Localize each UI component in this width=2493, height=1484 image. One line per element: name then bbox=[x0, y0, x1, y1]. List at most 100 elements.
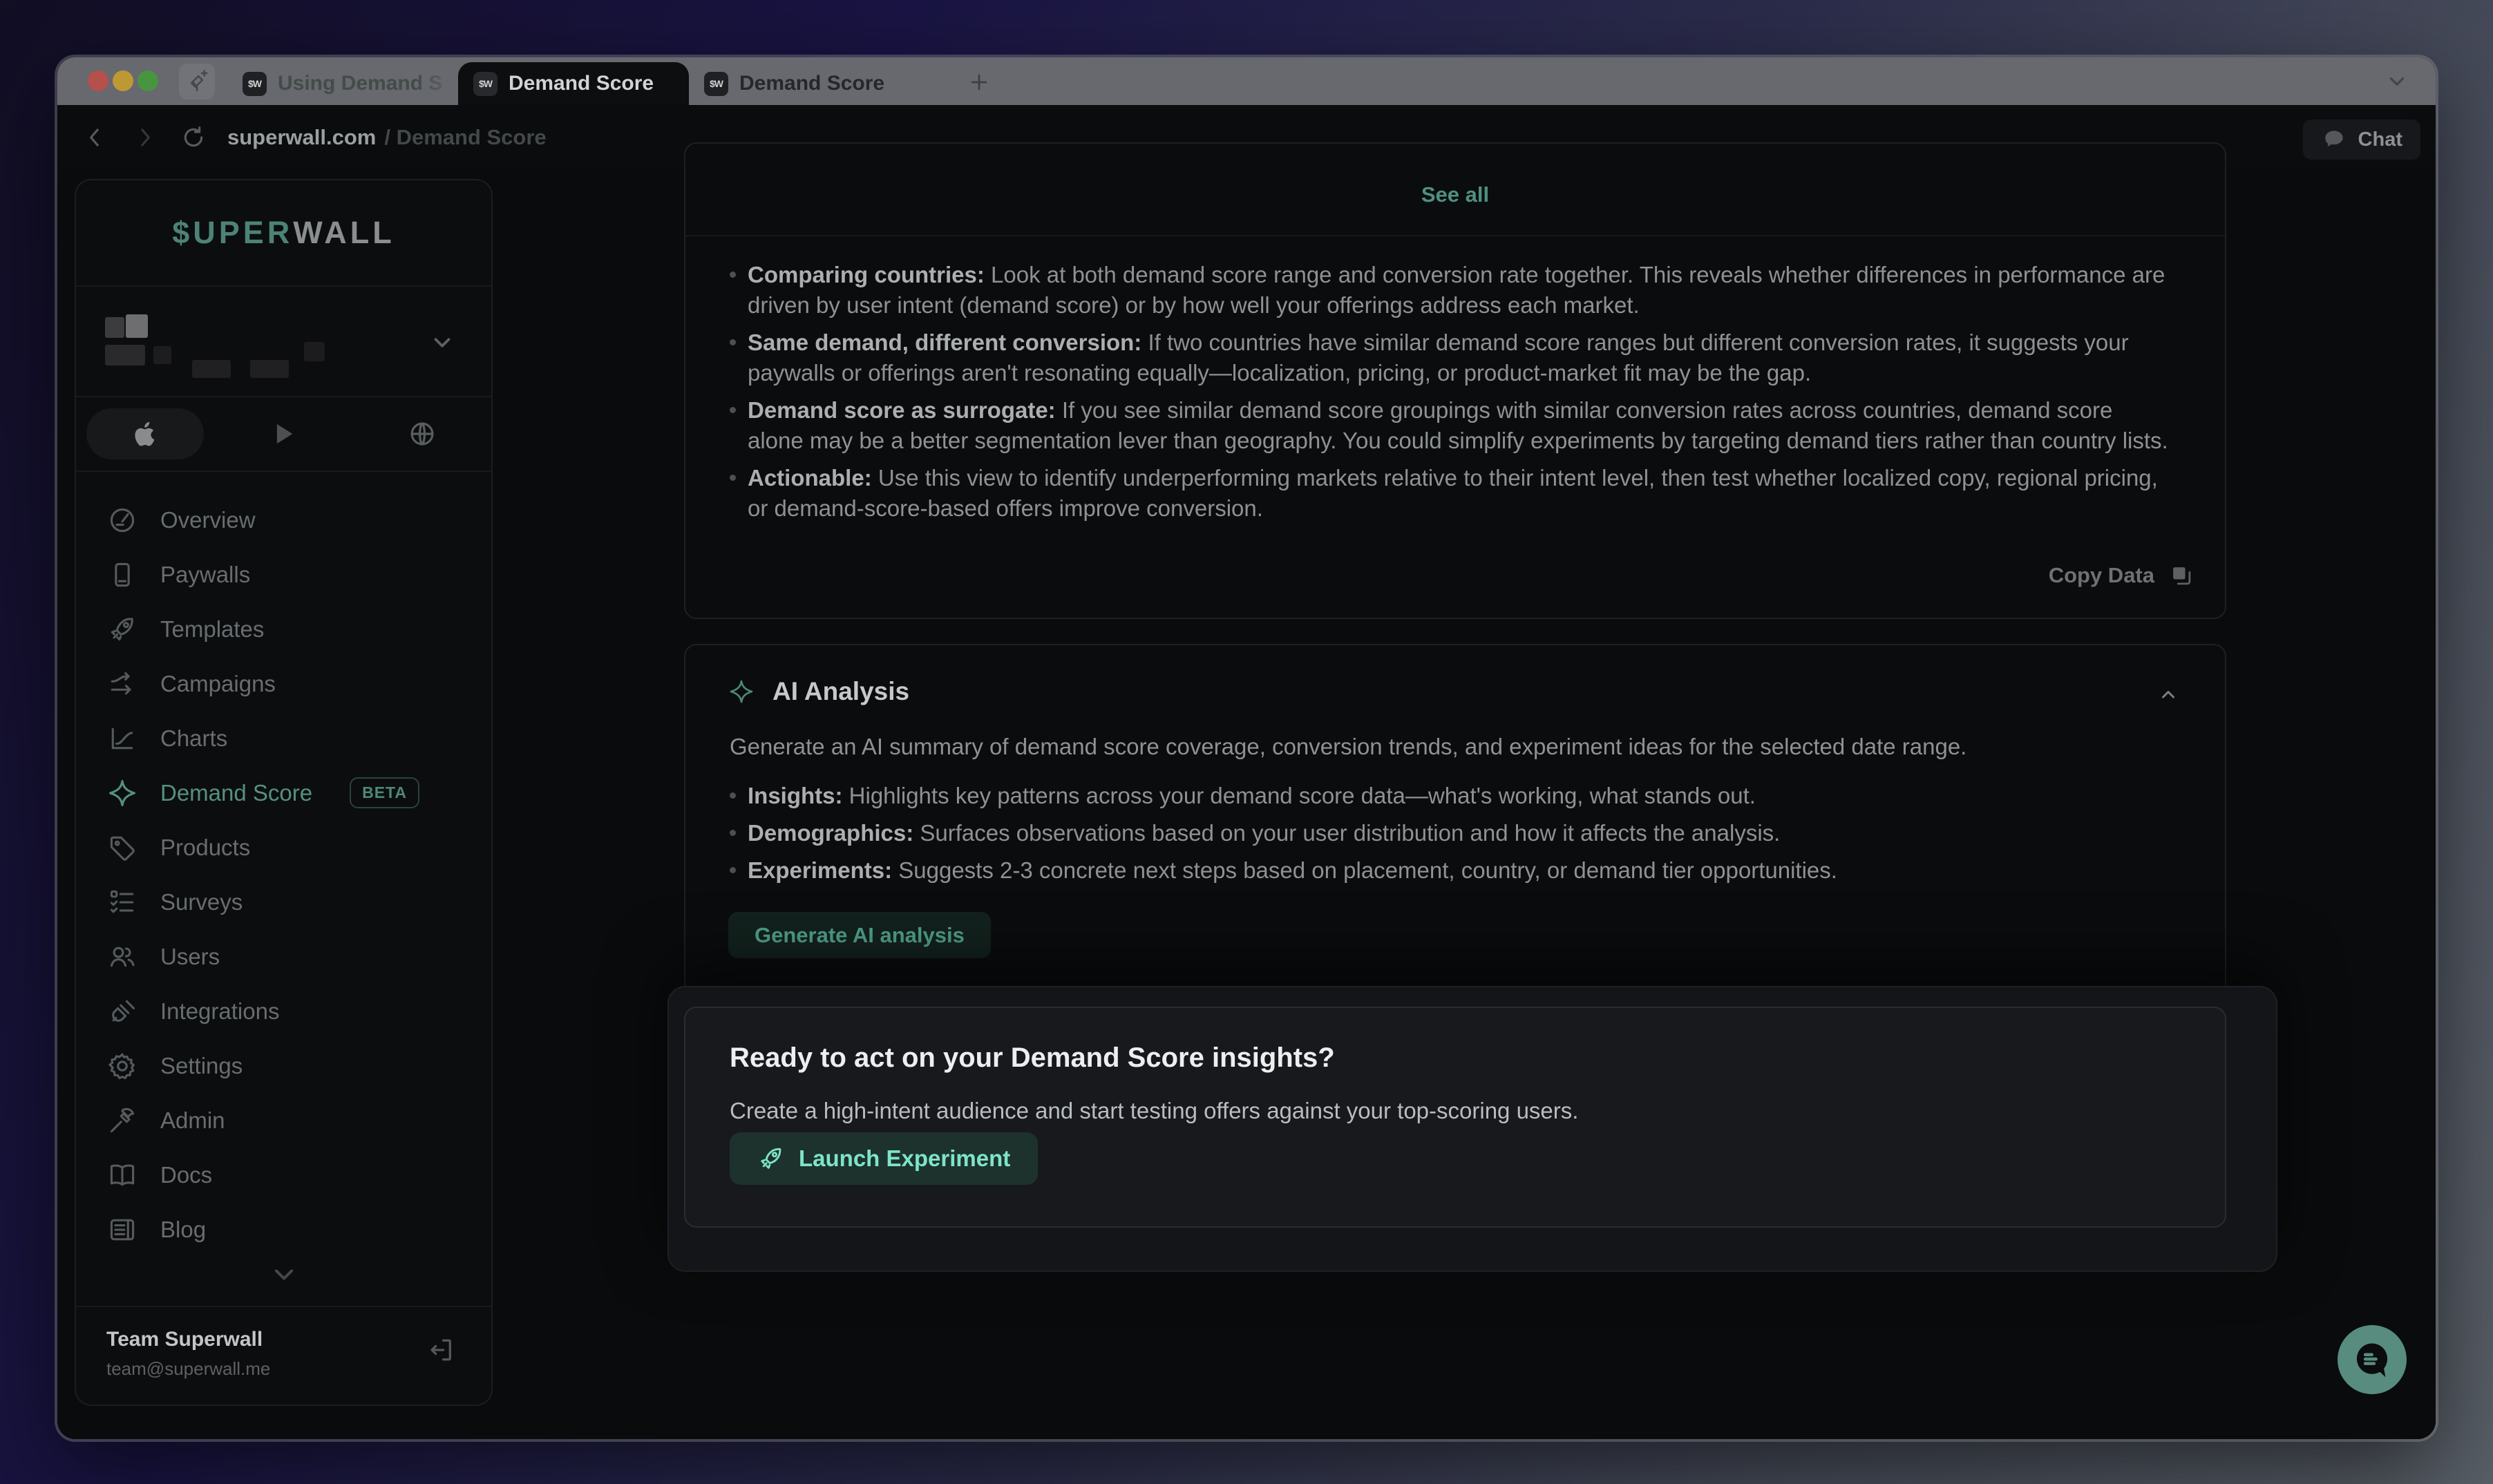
plug-icon bbox=[106, 996, 138, 1027]
tab-bar: $W Using Demand Score in $W Demand Score… bbox=[57, 57, 2436, 105]
sidebar-item-label: Templates bbox=[160, 616, 264, 643]
chat-bubble-icon bbox=[2350, 1338, 2394, 1382]
rocket-icon bbox=[106, 613, 138, 645]
sidebar-item-label: Products bbox=[160, 835, 250, 861]
logout-icon bbox=[425, 1335, 455, 1365]
sidebar-item-label: Integrations bbox=[160, 998, 279, 1025]
sidebar-nav: Overview Paywalls Templates Campaigns bbox=[76, 493, 491, 1257]
sidebar-item-admin[interactable]: Admin bbox=[76, 1093, 491, 1148]
copy-data-button[interactable]: Copy Data bbox=[2049, 562, 2195, 589]
section-title: AI Analysis bbox=[772, 677, 909, 706]
tag-icon bbox=[106, 832, 138, 864]
sidebar-item-label: Admin bbox=[160, 1107, 225, 1134]
checklist-icon bbox=[106, 886, 138, 918]
sidebar-item-blog[interactable]: Blog bbox=[76, 1202, 491, 1257]
list-item: Experiments: Suggests 2-3 concrete next … bbox=[730, 855, 2170, 886]
page-content: $UPERWALL bbox=[57, 170, 2436, 1439]
users-icon bbox=[106, 941, 138, 973]
sidebar-item-label: Surveys bbox=[160, 889, 243, 915]
sidebar-item-products[interactable]: Products bbox=[76, 820, 491, 875]
tab-demand-score[interactable]: $W Demand Score bbox=[689, 62, 920, 105]
speech-bubble-icon bbox=[2321, 126, 2347, 153]
sidebar-item-charts[interactable]: Charts bbox=[76, 711, 491, 765]
tab-list: $W Using Demand Score in $W Demand Score… bbox=[227, 62, 920, 105]
platform-android[interactable] bbox=[214, 397, 352, 470]
sidebar-item-label: Charts bbox=[160, 725, 227, 752]
sidebar-item-templates[interactable]: Templates bbox=[76, 602, 491, 656]
list-item: Actionable: Use this view to identify un… bbox=[730, 463, 2170, 524]
sidebar-item-users[interactable]: Users bbox=[76, 929, 491, 984]
sidebar-item-paywalls[interactable]: Paywalls bbox=[76, 547, 491, 602]
chevron-down-icon bbox=[429, 330, 455, 356]
desktop-background: $W Using Demand Score in $W Demand Score… bbox=[0, 0, 2493, 1484]
tab-demand-score-active[interactable]: $W Demand Score bbox=[458, 62, 689, 105]
back-button[interactable] bbox=[79, 122, 111, 153]
reload-button[interactable] bbox=[178, 122, 209, 153]
account-name: Team Superwall bbox=[106, 1328, 263, 1351]
generate-ai-analysis-button[interactable]: Generate AI analysis bbox=[728, 912, 991, 958]
sidebar-item-settings[interactable]: Settings bbox=[76, 1038, 491, 1093]
browser-window: $W Using Demand Score in $W Demand Score… bbox=[57, 57, 2436, 1439]
launch-experiment-button[interactable]: Launch Experiment bbox=[730, 1132, 1038, 1185]
pin-tab-button[interactable] bbox=[179, 64, 215, 99]
fullscreen-window-button[interactable] bbox=[138, 70, 158, 91]
url-domain: superwall.com bbox=[227, 125, 376, 150]
sidebar-item-label: Users bbox=[160, 944, 220, 970]
tab-overview-button[interactable] bbox=[2383, 70, 2411, 93]
platform-web[interactable] bbox=[353, 397, 491, 470]
plus-icon bbox=[967, 70, 991, 94]
superwall-logo: $UPERWALL bbox=[76, 180, 491, 287]
sidebar-item-surveys[interactable]: Surveys bbox=[76, 875, 491, 929]
gauge-icon bbox=[106, 504, 138, 536]
new-tab-button[interactable] bbox=[964, 67, 994, 97]
close-window-button[interactable] bbox=[88, 70, 108, 91]
sidebar: $UPERWALL bbox=[75, 179, 493, 1406]
copy-icon bbox=[2168, 562, 2195, 589]
chevron-right-icon bbox=[131, 124, 158, 151]
collapse-button[interactable] bbox=[2156, 683, 2181, 707]
forward-button[interactable] bbox=[129, 122, 160, 153]
see-all-link[interactable]: See all bbox=[685, 182, 2225, 207]
sidebar-item-overview[interactable]: Overview bbox=[76, 493, 491, 547]
cta-card: Ready to act on your Demand Score insigh… bbox=[684, 1007, 2226, 1228]
superwall-favicon: $W bbox=[243, 72, 267, 96]
globe-icon bbox=[408, 419, 437, 448]
minimize-window-button[interactable] bbox=[113, 70, 133, 91]
sidebar-item-docs[interactable]: Docs bbox=[76, 1148, 491, 1202]
platform-ios[interactable] bbox=[76, 397, 214, 470]
sidebar-item-label: Overview bbox=[160, 507, 256, 533]
list-item: Insights: Highlights key patterns across… bbox=[730, 781, 2170, 811]
chat-button[interactable]: Chat bbox=[2303, 120, 2420, 160]
gear-icon bbox=[106, 1050, 138, 1082]
sidebar-item-label: Paywalls bbox=[160, 562, 250, 588]
split-arrows-icon bbox=[106, 668, 138, 700]
insights-bullet-list: Comparing countries: Look at both demand… bbox=[710, 260, 2170, 531]
superwall-favicon: $W bbox=[473, 72, 497, 96]
account-email: team@superwall.me bbox=[106, 1358, 270, 1380]
address-bar[interactable]: superwall.com / Demand Score bbox=[227, 105, 547, 170]
ai-bullet-list: Insights: Highlights key patterns across… bbox=[710, 781, 2170, 893]
book-icon bbox=[106, 1159, 138, 1191]
sidebar-item-label: Demand Score bbox=[160, 780, 312, 806]
logout-button[interactable] bbox=[425, 1335, 455, 1365]
apple-icon bbox=[86, 408, 204, 459]
sidebar-footer: Team Superwall team@superwall.me bbox=[76, 1306, 491, 1406]
sidebar-item-label: Campaigns bbox=[160, 671, 276, 697]
sidebar-item-demand-score[interactable]: Demand Score BETA bbox=[76, 765, 491, 820]
list-item: Demand score as surrogate: If you see si… bbox=[730, 395, 2170, 456]
workspace-switcher[interactable] bbox=[76, 287, 491, 397]
sidebar-item-integrations[interactable]: Integrations bbox=[76, 984, 491, 1038]
support-chat-widget-button[interactable] bbox=[2338, 1325, 2407, 1394]
list-item: Comparing countries: Look at both demand… bbox=[730, 260, 2170, 321]
sidebar-item-campaigns[interactable]: Campaigns bbox=[76, 656, 491, 711]
hammer-icon bbox=[106, 1105, 138, 1136]
cta-overlay-panel: Ready to act on your Demand Score insigh… bbox=[667, 986, 2277, 1272]
sidebar-item-label: Docs bbox=[160, 1162, 212, 1188]
list-item: Same demand, different conversion: If tw… bbox=[730, 327, 2170, 388]
cta-subtext: Create a high-intent audience and start … bbox=[730, 1098, 1578, 1124]
ai-analysis-header: AI Analysis bbox=[728, 677, 909, 706]
reload-icon bbox=[180, 124, 207, 151]
sidebar-scroll-chevron-icon[interactable] bbox=[76, 1259, 491, 1290]
tab-using-demand-score[interactable]: $W Using Demand Score in bbox=[227, 62, 458, 105]
sidebar-item-label: Blog bbox=[160, 1217, 206, 1243]
